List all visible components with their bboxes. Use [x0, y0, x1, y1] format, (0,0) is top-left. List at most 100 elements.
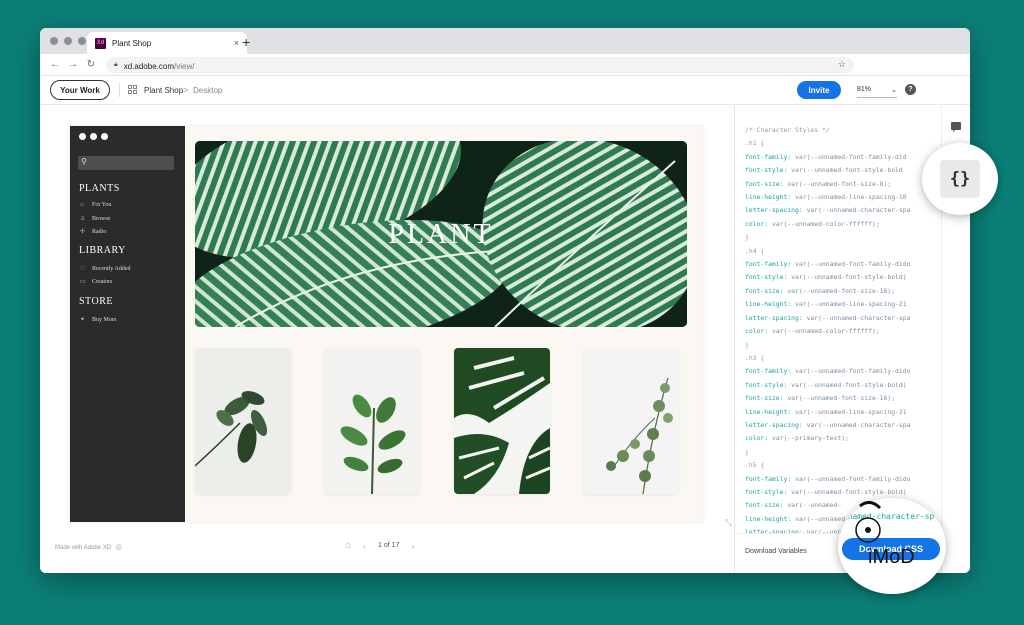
code-line: line-height: var(--unnamed-line-spacing-…	[745, 191, 940, 204]
css-property: font-size:	[745, 501, 784, 510]
sidebar-item-for-you[interactable]: ⌂ For You	[80, 202, 111, 208]
made-with-xd-link[interactable]: Made with Adobe XD ⊚	[55, 542, 123, 553]
url-host: xd.adobe.com	[123, 61, 174, 71]
back-icon[interactable]: ←	[46, 59, 64, 70]
sidebar-item-browse[interactable]: ♙ Browse	[80, 215, 110, 223]
css-property: font-size:	[745, 179, 784, 188]
sidebar-item-creators[interactable]: ▭ Creators	[80, 278, 113, 286]
css-property: font-family:	[745, 474, 792, 483]
css-value: var(--unnamed-line-spacing-21	[791, 407, 907, 416]
sidebar-item-recently-added[interactable]: ♡ Recently Added	[80, 265, 131, 273]
sidebar-item-label: For You	[92, 202, 112, 208]
spark-icon: ✦	[80, 317, 86, 323]
maximize-window-icon[interactable]	[78, 37, 86, 45]
css-property: font-size:	[745, 394, 784, 403]
tab-title: Plant Shop	[112, 38, 152, 48]
user-icon: ♙	[80, 216, 86, 222]
code-line: .h5 {	[745, 461, 765, 470]
sidebar-item-label: Creators	[92, 278, 113, 285]
sidebar-search-input[interactable]: ⚲	[78, 156, 174, 170]
css-property: line-height:	[745, 514, 792, 523]
code-line: font-family: var(--unnamed-font-family-d…	[745, 151, 940, 164]
next-page-icon[interactable]: ›	[411, 541, 414, 551]
grid-view-icon[interactable]	[128, 85, 137, 94]
forward-icon[interactable]: →	[64, 59, 82, 70]
reload-icon[interactable]: ↻	[82, 59, 100, 70]
css-property: font-style:	[745, 273, 788, 282]
code-line: font-size: var(--unnamed-font-size-16);	[745, 285, 940, 298]
comment-icon[interactable]	[951, 122, 961, 132]
code-line: /* Character Styles */	[745, 126, 830, 134]
url-path: /view/	[174, 61, 195, 71]
code-line: font-style: var(--unnamed-font-style-bol…	[745, 486, 940, 499]
your-work-button[interactable]: Your Work	[50, 80, 110, 100]
help-button[interactable]: ?	[905, 84, 916, 95]
sidebar-item-label: Buy More	[92, 316, 117, 323]
url-bar[interactable]: 🔒︎ xd.adobe.com/view/ ☆	[106, 56, 854, 73]
css-value: var(--unnamed-line-spacing-21	[791, 300, 907, 309]
css-value: var(--unnamed-font-size-8);	[783, 179, 892, 188]
code-line: .h4 {	[745, 246, 765, 255]
code-line: color: var(--unnamed-color-ffffff);	[745, 218, 940, 231]
sidebar-heading-plants: PLANTS	[79, 183, 120, 194]
code-line: letter-spacing: var(--unnamed-character-…	[745, 204, 940, 217]
product-card-3[interactable]	[454, 348, 550, 494]
code-line: font-family: var(--unnamed-font-family-d…	[745, 258, 940, 271]
code-braces-icon[interactable]: {}	[940, 160, 980, 198]
breadcrumb-chevron-icon: >	[183, 85, 189, 95]
css-value: var(--unnamed-color-ffffff);	[768, 219, 880, 228]
code-line: font-size: var(--unnamed-font-size-16);	[745, 392, 940, 405]
plant-image-3	[454, 348, 550, 494]
bookmark-star-icon[interactable]: ☆	[838, 59, 846, 70]
address-row: ← → ↻ 🔒︎ xd.adobe.com/view/ ☆	[40, 54, 970, 76]
plant-image-4	[583, 348, 679, 494]
home-icon[interactable]: ⌂	[345, 540, 351, 551]
code-line: font-style: var(--unnamed-font-style-bol…	[745, 164, 940, 177]
imod-logo-icon	[855, 501, 882, 543]
minimize-window-icon[interactable]	[64, 37, 72, 45]
previous-page-icon[interactable]: ‹	[363, 541, 366, 551]
sidebar-item-buy-more[interactable]: ✦ Buy More	[80, 316, 117, 324]
plant-image-1	[195, 348, 291, 494]
css-property: color:	[745, 434, 769, 443]
made-with-label: Made with Adobe XD	[55, 544, 112, 551]
close-window-icon[interactable]	[50, 37, 58, 45]
window-controls[interactable]	[50, 37, 86, 45]
css-value: var(--primary-text);	[768, 434, 849, 443]
css-property: line-height:	[745, 407, 792, 416]
hero-banner[interactable]: PLANT	[195, 141, 687, 327]
artboard-desktop[interactable]: ⚲ PLANTS ⌂ For You ♙ Browse ✢ Radio LIBRARY…	[70, 126, 703, 522]
breadcrumb-project[interactable]: Plant Shop	[144, 86, 183, 95]
product-card-2[interactable]	[324, 348, 420, 494]
breadcrumb-page: Desktop	[193, 86, 223, 95]
css-property: font-size:	[745, 286, 784, 295]
css-value: var(--unnamed-font-size-16);	[783, 394, 896, 403]
css-property: color:	[745, 219, 769, 228]
new-tab-button[interactable]: +	[242, 34, 250, 50]
browser-tab-plant-shop[interactable]: Xd Plant Shop ×	[87, 32, 247, 54]
css-property: font-style:	[745, 380, 788, 389]
download-variables-link[interactable]: Download Variables	[745, 548, 807, 555]
code-line: font-family: var(--unnamed-font-family-d…	[745, 365, 940, 378]
product-card-4[interactable]	[583, 348, 679, 494]
zoom-select[interactable]: 81% ⌄	[857, 82, 897, 98]
invite-button[interactable]: Invite	[797, 81, 841, 99]
sidebar-item-label: Radio	[92, 228, 107, 235]
resize-handle-icon[interactable]: ⤡	[725, 518, 731, 528]
tab-close-icon[interactable]: ×	[234, 38, 239, 48]
menu-dots-icon[interactable]	[79, 133, 108, 140]
css-property: line-height:	[745, 300, 792, 309]
css-property: letter-spacing:	[745, 313, 803, 322]
css-property: color:	[745, 327, 769, 336]
css-value: var(--unnamed-color-ffffff);	[768, 327, 880, 336]
css-property: font-family:	[745, 367, 792, 376]
css-value: var(--unnamed-font-size-16);	[783, 286, 896, 295]
css-property: letter-spacing:	[745, 206, 803, 215]
product-card-1[interactable]	[195, 348, 291, 494]
css-value: var(--unnamed-font-family-did	[791, 152, 907, 161]
sidebar-item-radio[interactable]: ✢ Radio	[80, 228, 107, 236]
code-line: .h3 {	[745, 353, 765, 362]
lock-icon: 🔒︎	[114, 60, 118, 68]
css-property: font-family:	[745, 152, 792, 161]
code-line: line-height: var(--unnamed-line-spacing-…	[745, 406, 940, 419]
